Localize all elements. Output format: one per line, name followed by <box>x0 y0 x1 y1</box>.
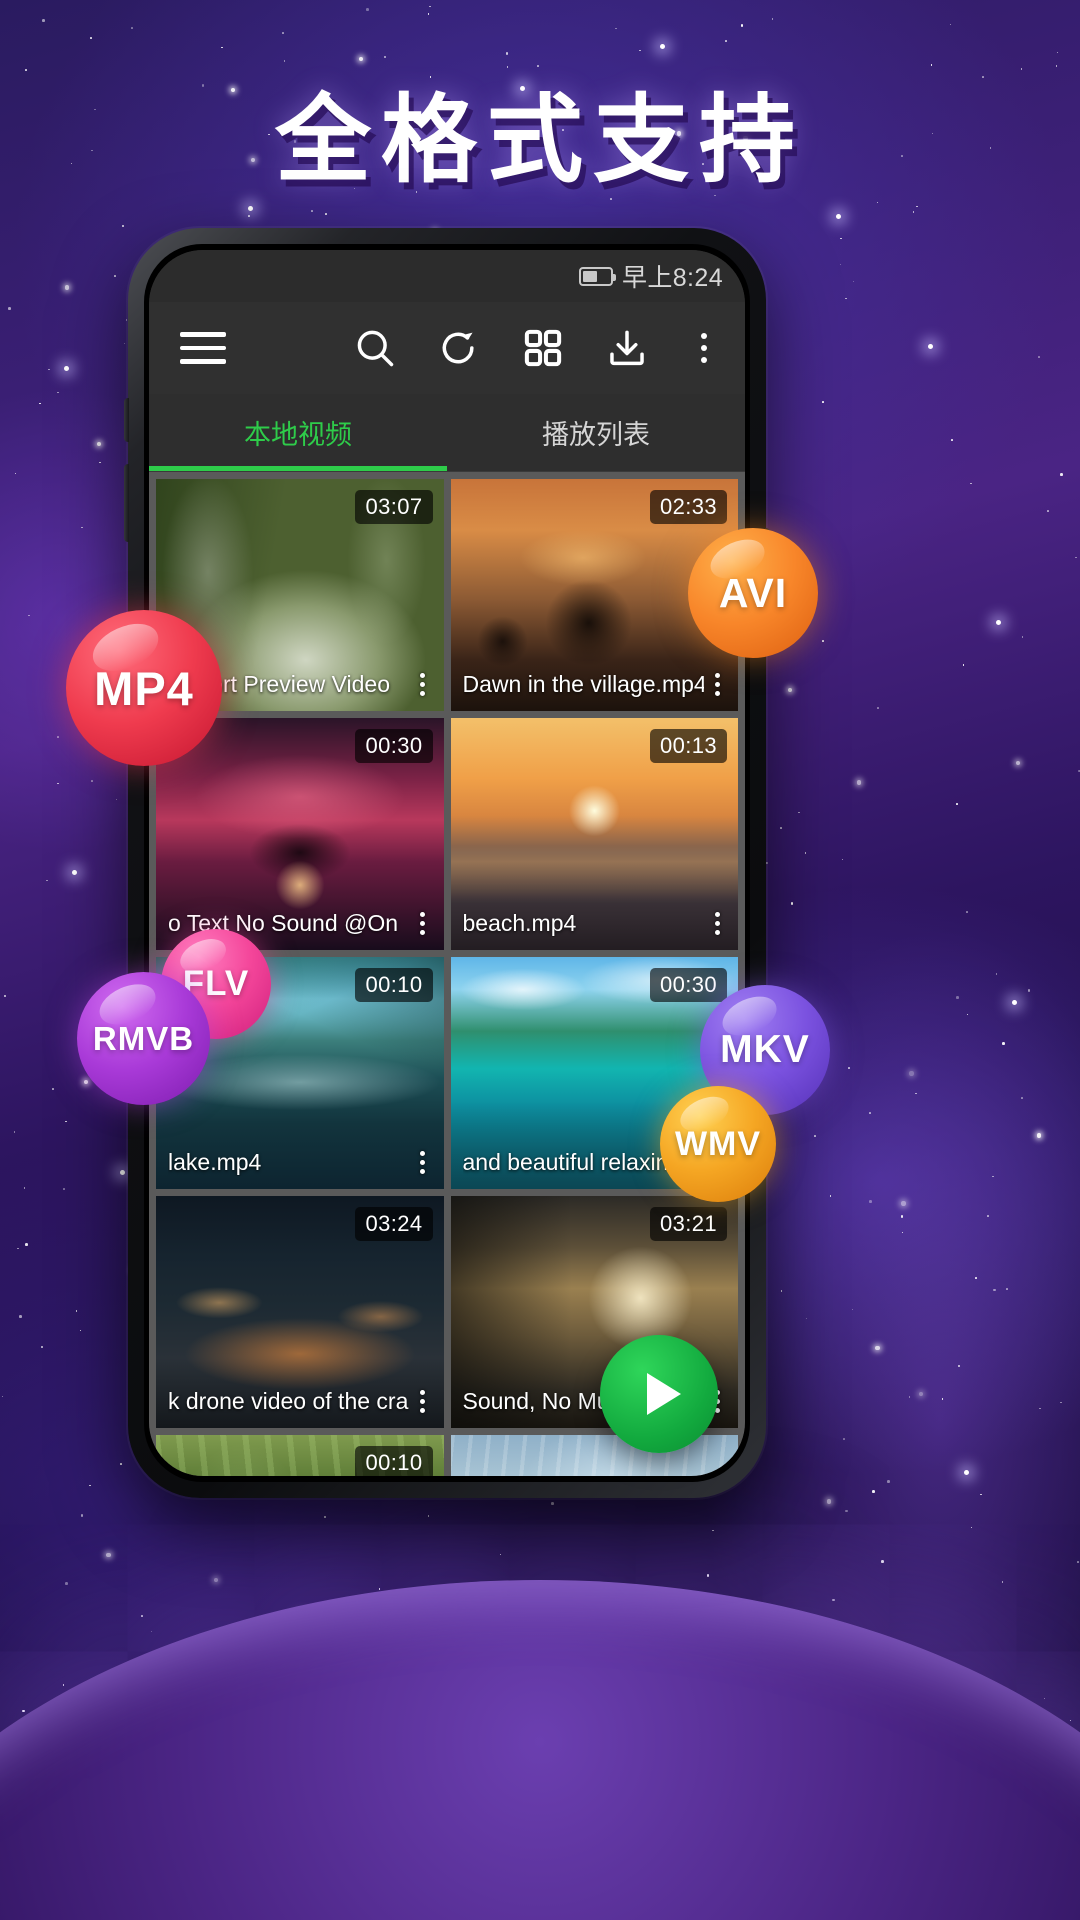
video-title: lake.mp4 <box>168 1148 262 1175</box>
search-icon[interactable] <box>353 326 397 370</box>
video-more-icon[interactable] <box>704 672 730 696</box>
app-toolbar <box>149 302 745 394</box>
battery-fill <box>582 270 598 282</box>
video-more-icon[interactable] <box>410 672 436 696</box>
video-duration: 00:30 <box>355 729 433 763</box>
toolbar-actions <box>353 326 719 370</box>
video-duration: 03:21 <box>649 1207 727 1241</box>
tab-bar: 本地视频 播放列表 <box>149 394 745 472</box>
video-card[interactable]: 00:13 beach.mp4 <box>450 718 739 950</box>
video-duration: 03:07 <box>355 490 433 524</box>
status-bar: 早上8:24 <box>149 250 745 302</box>
video-duration: 00:30 <box>649 968 727 1002</box>
tab-playlist[interactable]: 播放列表 <box>447 394 745 471</box>
format-bubble-rmvb: RMVB <box>77 972 210 1105</box>
video-card[interactable] <box>450 1435 738 1476</box>
video-card-footer: k drone video of the cra <box>156 1374 444 1428</box>
video-card-footer: beach.mp4 <box>451 896 739 950</box>
video-card-footer: Dawn in the village.mp4 <box>451 657 739 711</box>
video-title: k drone video of the cra <box>168 1387 409 1414</box>
video-more-icon[interactable] <box>410 911 436 935</box>
play-icon <box>647 1373 681 1415</box>
video-card[interactable]: 00:30 o Text No Sound @On <box>156 718 444 950</box>
phone-mockup: 早上8:24 本地视频 播放列表 03:07 - Short Preview V… <box>124 228 770 1498</box>
status-time: 早上8:24 <box>621 264 723 292</box>
grid-view-icon[interactable] <box>521 326 565 370</box>
video-duration: 00:10 <box>355 1446 433 1476</box>
video-duration: 00:10 <box>355 968 433 1002</box>
video-title: beach.mp4 <box>462 909 577 936</box>
video-card[interactable]: 00:10 <box>156 1435 444 1476</box>
phone-bezel: 早上8:24 本地视频 播放列表 03:07 - Short Preview V… <box>144 244 750 1482</box>
hamburger-menu-icon[interactable] <box>175 320 231 376</box>
format-bubble-avi: AVI <box>688 528 818 658</box>
video-more-icon[interactable] <box>704 911 730 935</box>
format-bubble-wmv: WMV <box>660 1086 776 1202</box>
video-duration: 00:13 <box>649 729 727 763</box>
refresh-icon[interactable] <box>437 326 481 370</box>
video-more-icon[interactable] <box>410 1389 436 1413</box>
phone-screen: 早上8:24 本地视频 播放列表 03:07 - Short Preview V… <box>149 250 745 1476</box>
download-icon[interactable] <box>605 326 649 370</box>
tab-active-underline <box>149 466 447 471</box>
video-thumbnail <box>450 1435 738 1476</box>
page-title: 全格式支持 <box>275 87 805 194</box>
play-fab-button[interactable] <box>600 1335 718 1453</box>
video-card[interactable]: 03:24 k drone video of the cra <box>156 1196 444 1428</box>
video-more-icon[interactable] <box>410 1150 436 1174</box>
phone-button-left-lower <box>124 464 129 542</box>
battery-icon <box>578 266 616 286</box>
video-title: Dawn in the village.mp4 <box>462 670 705 697</box>
video-card-footer: lake.mp4 <box>156 1135 444 1189</box>
video-duration: 03:24 <box>355 1207 433 1241</box>
more-vertical-icon[interactable] <box>689 333 719 363</box>
phone-button-left-upper <box>124 398 129 442</box>
tab-local-videos[interactable]: 本地视频 <box>149 394 447 471</box>
format-bubble-mp4: MP4 <box>66 610 222 766</box>
video-duration: 02:33 <box>649 490 727 524</box>
